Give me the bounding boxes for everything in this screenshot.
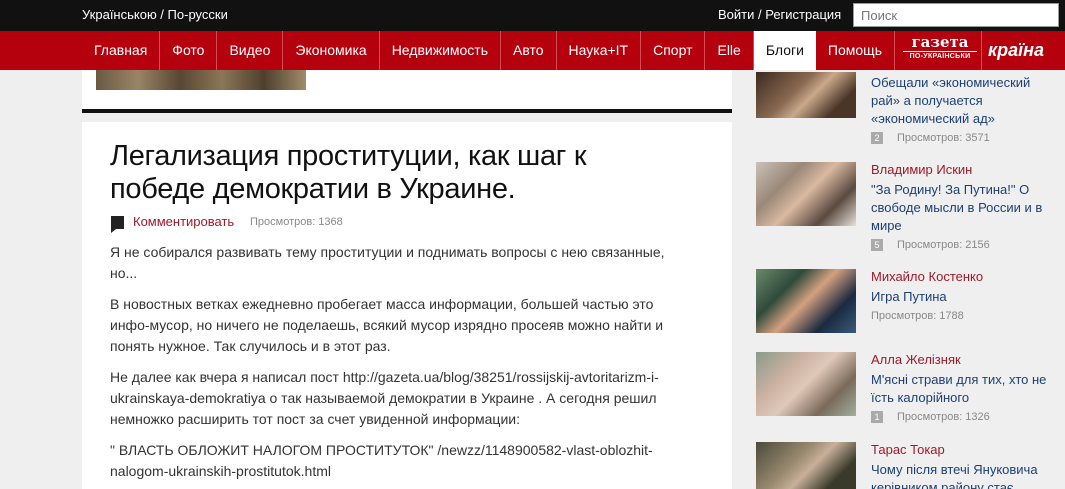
- author-avatar[interactable]: [756, 269, 856, 333]
- comment-count-badge: 2: [871, 132, 883, 145]
- nav-item-auto[interactable]: Авто: [501, 31, 557, 70]
- sidebar-post-title[interactable]: Обещали «экономический рай» а получается…: [871, 74, 1051, 128]
- author-avatar[interactable]: [756, 352, 856, 416]
- nav-item-home[interactable]: Главная: [82, 31, 161, 70]
- sidebar-post-meta: 1 Просмотров: 1326: [871, 411, 990, 424]
- sidebar-views: Просмотров: 1788: [871, 310, 964, 322]
- post-paragraph: Я не собирался развивать тему проституци…: [110, 244, 665, 281]
- post-paragraph: " ВЛАСТЬ ОБЛОЖИТ НАЛОГОМ ПРОСТИТУТОК" /n…: [110, 442, 653, 479]
- sidebar-post-title[interactable]: Игра Путина: [871, 288, 1051, 306]
- post-title[interactable]: Легализация проституции, как шаг к побед…: [110, 140, 670, 206]
- gazeta-logo[interactable]: газета ПО-УКРАЇНСЬКИ: [903, 35, 977, 61]
- sidebar-blog-item[interactable]: Обещали «экономический рай» а получается…: [756, 72, 1036, 152]
- post-paragraph: Не далее как вчера я написал пост http:/…: [110, 369, 659, 427]
- sidebar-post-title[interactable]: Чому після втечі Януковича керівником ра…: [871, 461, 1051, 489]
- sidebar-blog-item[interactable]: Тарас Токар Чому після втечі Януковича к…: [756, 442, 1038, 489]
- brand-divider: [981, 31, 982, 70]
- author-avatar[interactable]: [756, 72, 856, 118]
- nav-item-science-it[interactable]: Наука+IT: [557, 31, 642, 70]
- sidebar-author[interactable]: Владимир Искин: [871, 162, 972, 177]
- sidebar-blog-item[interactable]: Михайло Костенко Игра Путина Просмотров:…: [756, 269, 1036, 339]
- sidebar-post-title[interactable]: М'ясні страви для тих, хто не їсть калор…: [871, 371, 1051, 407]
- nav-item-blogs[interactable]: Блоги: [753, 31, 816, 70]
- main-content: Легализация проституции, как шаг к побед…: [82, 70, 732, 489]
- login-register-link[interactable]: Войти / Регистрация: [718, 7, 841, 22]
- sidebar-views: Просмотров: 2156: [897, 239, 990, 251]
- previous-post-image[interactable]: [96, 70, 306, 90]
- sidebar-post-title[interactable]: "За Родину! За Путина!" О свободе мысли …: [871, 181, 1051, 235]
- nav-item-elle[interactable]: Elle: [705, 31, 754, 70]
- gazeta-logo-subtitle: ПО-УКРАЇНСЬКИ: [903, 51, 977, 61]
- kraina-logo[interactable]: країна: [988, 40, 1044, 61]
- author-avatar[interactable]: [756, 162, 856, 226]
- sidebar-blog-item[interactable]: Владимир Искин "За Родину! За Путина!" О…: [756, 162, 1042, 252]
- nav-item-help[interactable]: Помощь: [816, 31, 895, 70]
- main-nav-bar: Главная Фото Видео Экономика Недвижимост…: [0, 31, 1065, 70]
- comment-count-badge: 1: [871, 411, 883, 424]
- post-paragraph: В новостных ветках ежедневно пробегает м…: [110, 296, 664, 354]
- nav-item-video[interactable]: Видео: [217, 31, 284, 70]
- sidebar-post-meta: 5 Просмотров: 2156: [871, 239, 990, 252]
- comment-count-badge: 5: [871, 239, 883, 252]
- sidebar-author[interactable]: Михайло Костенко: [871, 269, 983, 284]
- gazeta-logo-text: газета: [911, 33, 969, 51]
- sidebar-author[interactable]: Алла Желізняк: [871, 352, 961, 367]
- post-body: Я не собирался развивать тему проституци…: [110, 242, 690, 489]
- previous-post-strip: [82, 70, 732, 109]
- top-bar: Українською / По-русски Войти / Регистра…: [0, 0, 1065, 31]
- sidebar-post-meta: 2 Просмотров: 3571: [871, 132, 990, 145]
- comment-icon[interactable]: [111, 216, 124, 233]
- search-input[interactable]: [853, 3, 1059, 27]
- main-nav: Главная Фото Видео Экономика Недвижимост…: [82, 31, 895, 70]
- sidebar-views: Просмотров: 3571: [897, 132, 990, 144]
- post-gap: [82, 113, 732, 122]
- sidebar-author[interactable]: Тарас Токар: [871, 442, 945, 457]
- sidebar-views: Просмотров: 1326: [897, 411, 990, 423]
- comment-link[interactable]: Комментировать: [133, 214, 234, 229]
- sidebar-blog-item[interactable]: Алла Желізняк М'ясні страви для тих, хто…: [756, 352, 1046, 432]
- nav-item-photo[interactable]: Фото: [160, 31, 218, 70]
- nav-item-economy[interactable]: Экономика: [283, 31, 380, 70]
- nav-item-sport[interactable]: Спорт: [641, 31, 706, 70]
- language-switcher[interactable]: Українською / По-русски: [82, 7, 228, 22]
- post-views-count: Просмотров: 1368: [250, 216, 343, 228]
- author-avatar[interactable]: [756, 442, 856, 489]
- nav-item-real-estate[interactable]: Недвижимость: [380, 31, 502, 70]
